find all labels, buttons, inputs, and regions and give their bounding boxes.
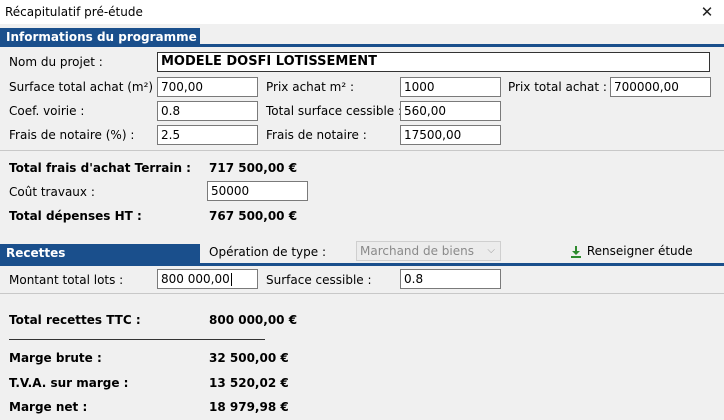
prix-m2-input[interactable]: 1000 xyxy=(400,77,501,97)
operation-type-select[interactable]: Marchand de biens ⌵ xyxy=(356,241,501,261)
total-cessible-input[interactable]: 560,00 xyxy=(400,101,501,121)
section-band-recettes xyxy=(0,263,724,266)
text-caret xyxy=(230,273,232,286)
surface-achat-input[interactable]: 700,00 xyxy=(157,77,258,97)
nom-projet-label: Nom du projet : xyxy=(9,55,103,69)
total-frais-achat-label: Total frais d'achat Terrain : xyxy=(9,161,191,175)
surface-cessible-label: Surface cessible : xyxy=(266,273,372,287)
montant-lots-value: 800 000,00 xyxy=(161,272,230,286)
marge-net-label: Marge net : xyxy=(9,400,88,414)
total-recettes-value: 800 000,00 € xyxy=(209,313,298,327)
operation-type-value: Marchand de biens xyxy=(360,244,474,258)
coef-voirie-input[interactable]: 0.8 xyxy=(157,101,258,121)
marge-brute-label: Marge brute : xyxy=(9,351,102,365)
marge-net-value: 18 979,98 € xyxy=(209,400,289,414)
frais-pct-label: Frais de notaire (%) : xyxy=(9,128,135,142)
cout-travaux-input[interactable]: 50000 xyxy=(207,181,308,201)
prix-m2-label: Prix achat m² : xyxy=(266,80,354,94)
prix-total-input[interactable]: 700000,00 xyxy=(610,77,711,97)
frais-notaire-label: Frais de notaire : xyxy=(266,128,367,142)
operation-type-label: Opération de type : xyxy=(209,245,327,259)
section-header-recettes: Recettes xyxy=(0,244,200,263)
total-depenses-value: 767 500,00 € xyxy=(209,209,298,223)
chevron-down-icon: ⌵ xyxy=(487,245,495,256)
coef-voirie-label: Coef. voirie : xyxy=(9,104,85,118)
renseigner-etude-label: Renseigner étude xyxy=(586,244,693,258)
separator-line xyxy=(9,339,265,340)
prix-total-label: Prix total achat : xyxy=(508,80,607,94)
download-icon xyxy=(569,245,583,259)
window-title: Récapitulatif pré-étude xyxy=(5,5,143,19)
surface-achat-label: Surface total achat (m²) : xyxy=(9,80,161,94)
section-band-programme xyxy=(0,44,724,47)
renseigner-etude-button[interactable]: Renseigner étude xyxy=(569,244,693,259)
total-recettes-label: Total recettes TTC : xyxy=(9,313,141,327)
total-frais-achat-value: 717 500,00 € xyxy=(209,161,298,175)
total-cessible-label: Total surface cessible : xyxy=(266,104,403,118)
cout-travaux-label: Coût travaux : xyxy=(9,185,95,199)
surface-cessible-input[interactable]: 0.8 xyxy=(400,269,501,289)
divider xyxy=(0,293,724,294)
frais-pct-input[interactable]: 2.5 xyxy=(157,125,258,145)
marge-brute-value: 32 500,00 € xyxy=(209,351,289,365)
total-depenses-label: Total dépenses HT : xyxy=(9,209,142,223)
montant-lots-input[interactable]: 800 000,00 xyxy=(157,269,258,289)
tva-marge-value: 13 520,02 € xyxy=(209,376,289,390)
tva-marge-label: T.V.A. sur marge : xyxy=(9,376,129,390)
frais-notaire-input[interactable]: 17500,00 xyxy=(400,125,501,145)
close-icon[interactable]: ✕ xyxy=(690,0,724,24)
montant-lots-label: Montant total lots : xyxy=(9,273,124,287)
nom-projet-input[interactable]: MODELE DOSFI LOTISSEMENT xyxy=(157,52,710,72)
divider xyxy=(0,150,724,151)
